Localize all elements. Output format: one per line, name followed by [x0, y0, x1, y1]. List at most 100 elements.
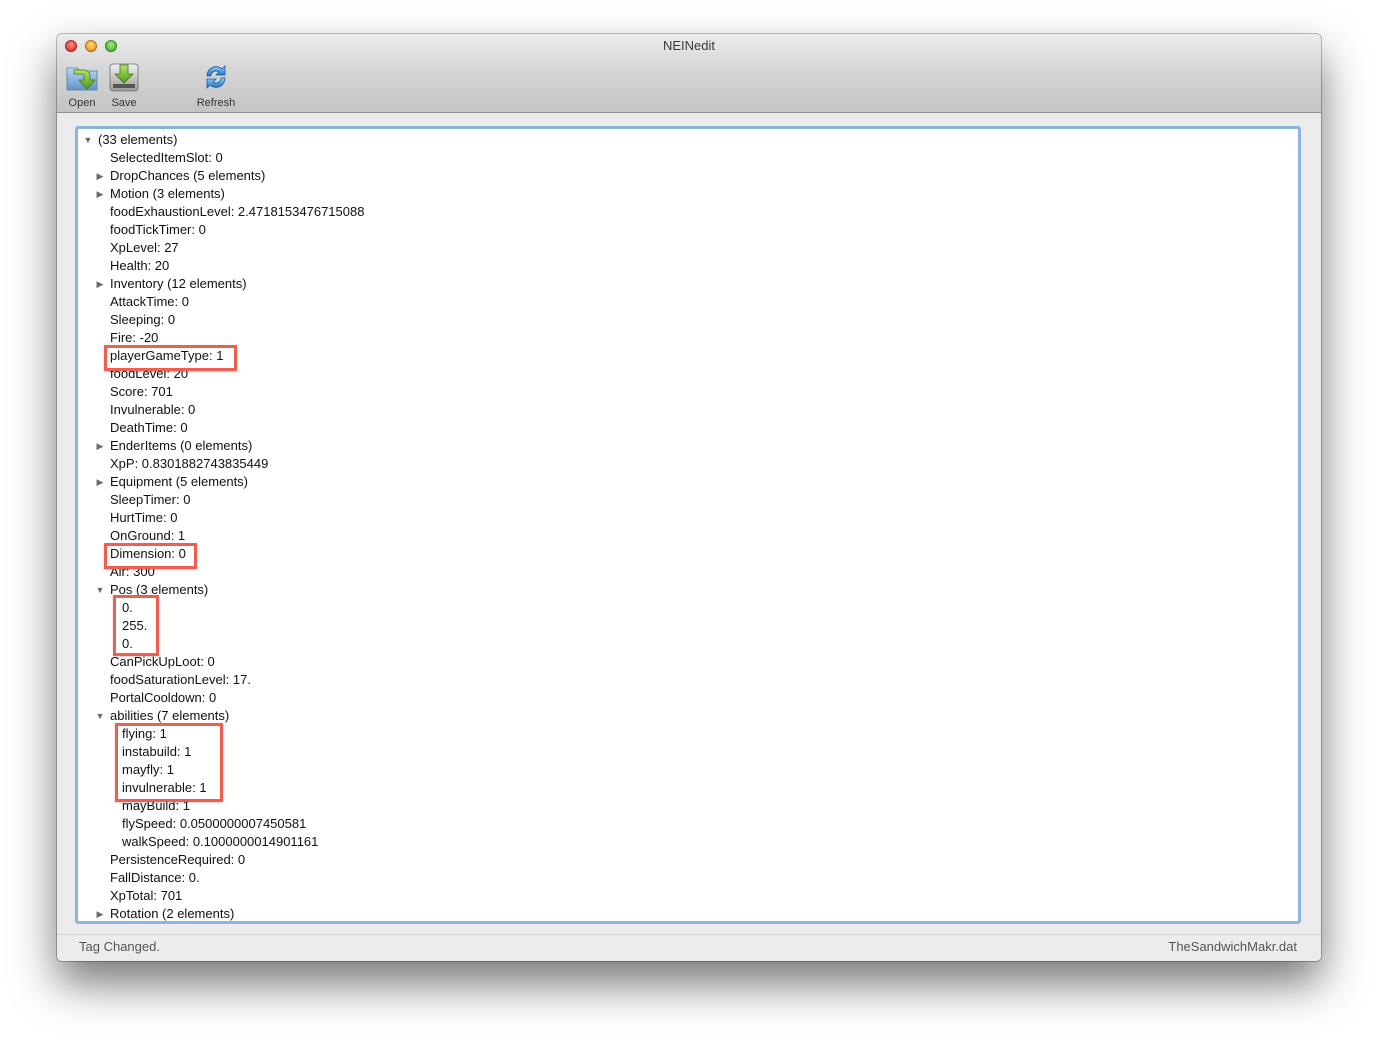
tree-row-label: PortalCooldown: 0 [110, 690, 217, 705]
tree-row-label: HurtTime: 0 [110, 510, 178, 525]
tree-row[interactable]: Health: 20 [78, 257, 1298, 275]
tree-row[interactable]: 255. [78, 617, 1298, 635]
tree-row-label: DropChances (5 elements) [110, 168, 266, 183]
tree-row[interactable]: instabuild: 1 [78, 743, 1298, 761]
tree-row[interactable]: ▶ Motion (3 elements) [78, 185, 1298, 203]
tree-row-label: foodSaturationLevel: 17. [110, 672, 251, 687]
tree-row-label: Rotation (2 elements) [110, 906, 235, 921]
tree-row[interactable]: flySpeed: 0.0500000007450581 [78, 815, 1298, 833]
tree-row[interactable]: walkSpeed: 0.1000000014901161 [78, 833, 1298, 851]
tree-row-label: foodExhaustionLevel: 2.4718153476715088 [110, 204, 365, 219]
tree-row[interactable]: OnGround: 1 [78, 527, 1298, 545]
tree-row-label: DeathTime: 0 [110, 420, 188, 435]
tree-row[interactable]: ▶ Rotation (2 elements) [78, 905, 1298, 921]
tree-row[interactable]: 0. [78, 635, 1298, 653]
tree-row-label: flySpeed: 0.0500000007450581 [122, 816, 307, 831]
disclosure-expanded-icon[interactable]: ▼ [83, 131, 93, 149]
tree-row[interactable]: mayfly: 1 [78, 761, 1298, 779]
refresh-label: Refresh [196, 97, 236, 109]
tree-row[interactable]: Dimension: 0 [78, 545, 1298, 563]
tree-row[interactable]: invulnerable: 1 [78, 779, 1298, 797]
toolbar: Open Save Refresh [63, 60, 243, 109]
tree: ▼ (33 elements) SelectedItemSlot: 0 ▶ Drop… [78, 131, 1298, 921]
tree-row-label: EnderItems (0 elements) [110, 438, 253, 453]
tree-row[interactable]: AttackTime: 0 [78, 293, 1298, 311]
tree-row-label: Invulnerable: 0 [110, 402, 196, 417]
tree-row[interactable]: DeathTime: 0 [78, 419, 1298, 437]
disclosure-collapsed-icon[interactable]: ▶ [95, 275, 105, 293]
tree-row[interactable]: ▶ EnderItems (0 elements) [78, 437, 1298, 455]
tree-row-label: 0. [122, 636, 133, 651]
tree-row-label: OnGround: 1 [110, 528, 186, 543]
tree-row[interactable]: FallDistance: 0. [78, 869, 1298, 887]
disclosure-collapsed-icon[interactable]: ▶ [95, 167, 105, 185]
disclosure-collapsed-icon[interactable]: ▶ [95, 437, 105, 455]
tree-row[interactable]: ▶ DropChances (5 elements) [78, 167, 1298, 185]
tree-row-label: Score: 701 [110, 384, 173, 399]
tree-row[interactable]: flying: 1 [78, 725, 1298, 743]
tree-row[interactable]: PortalCooldown: 0 [78, 689, 1298, 707]
tree-row-label: 0. [122, 600, 133, 615]
tree-row-label: SleepTimer: 0 [110, 492, 191, 507]
tree-row-label: AttackTime: 0 [110, 294, 189, 309]
save-button[interactable]: Save [105, 60, 143, 109]
refresh-button[interactable]: Refresh [193, 60, 239, 109]
tree-row-label: Health: 20 [110, 258, 170, 273]
tree-row-label: abilities (7 elements) [110, 708, 230, 723]
tree-row[interactable]: HurtTime: 0 [78, 509, 1298, 527]
tree-row-label: Air: 300 [110, 564, 155, 579]
tree-row[interactable]: Air: 300 [78, 563, 1298, 581]
tree-row-label: Dimension: 0 [110, 546, 186, 561]
tree-row[interactable]: XpLevel: 27 [78, 239, 1298, 257]
tree-row[interactable]: SleepTimer: 0 [78, 491, 1298, 509]
save-label: Save [111, 97, 137, 109]
tree-row-label: Fire: -20 [110, 330, 159, 345]
tree-row-label: playerGameType: 1 [110, 348, 224, 363]
disclosure-expanded-icon[interactable]: ▼ [95, 707, 105, 725]
tree-row-label: XpTotal: 701 [110, 888, 183, 903]
tree-row-label: invulnerable: 1 [122, 780, 207, 795]
tree-row[interactable]: playerGameType: 1 [78, 347, 1298, 365]
tree-row[interactable]: SelectedItemSlot: 0 [78, 149, 1298, 167]
tree-row-label: walkSpeed: 0.1000000014901161 [122, 834, 319, 849]
disclosure-collapsed-icon[interactable]: ▶ [95, 905, 105, 921]
open-button[interactable]: Open [63, 60, 101, 109]
tree-row[interactable]: Fire: -20 [78, 329, 1298, 347]
disclosure-collapsed-icon[interactable]: ▶ [95, 185, 105, 203]
disclosure-expanded-icon[interactable]: ▼ [95, 581, 105, 599]
tree-row[interactable]: Score: 701 [78, 383, 1298, 401]
tree-row[interactable]: foodLevel: 20 [78, 365, 1298, 383]
tree-row[interactable]: CanPickUpLoot: 0 [78, 653, 1298, 671]
tree-row-label: instabuild: 1 [122, 744, 192, 759]
tree-row-label: CanPickUpLoot: 0 [110, 654, 215, 669]
tree-row[interactable]: ▼ abilities (7 elements) [78, 707, 1298, 725]
save-disk-icon [109, 63, 139, 92]
tree-row[interactable]: ▼ Pos (3 elements) [78, 581, 1298, 599]
tree-row[interactable]: mayBuild: 1 [78, 797, 1298, 815]
tree-row[interactable]: XpP: 0.8301882743835449 [78, 455, 1298, 473]
tree-row-label: 255. [122, 618, 148, 633]
status-message: Tag Changed. [79, 939, 160, 954]
tree-row[interactable]: PersistenceRequired: 0 [78, 851, 1298, 869]
tree-row[interactable]: XpTotal: 701 [78, 887, 1298, 905]
tree-root-row[interactable]: ▼ (33 elements) [78, 131, 1298, 149]
tree-row[interactable]: ▶ Inventory (12 elements) [78, 275, 1298, 293]
tree-row-label: PersistenceRequired: 0 [110, 852, 246, 867]
disclosure-collapsed-icon[interactable]: ▶ [95, 473, 105, 491]
tree-row-label: mayBuild: 1 [122, 798, 190, 813]
tree-row[interactable]: Invulnerable: 0 [78, 401, 1298, 419]
nbt-tree-view[interactable]: ▼ (33 elements) SelectedItemSlot: 0 ▶ Drop… [75, 126, 1301, 924]
app-window: NEINedit Open Save Refresh ▼ (33 element… [57, 34, 1321, 961]
tree-row-label: Equipment (5 elements) [110, 474, 249, 489]
window-title: NEINedit [662, 38, 716, 53]
open-folder-icon [66, 67, 98, 91]
tree-row[interactable]: foodExhaustionLevel: 2.4718153476715088 [78, 203, 1298, 221]
tree-row[interactable]: 0. [78, 599, 1298, 617]
tree-row-label: XpP: 0.8301882743835449 [110, 456, 269, 471]
tree-row[interactable]: Sleeping: 0 [78, 311, 1298, 329]
tree-row[interactable]: foodTickTimer: 0 [78, 221, 1298, 239]
tree-root-label: (33 elements) [98, 132, 178, 147]
tree-row[interactable]: foodSaturationLevel: 17. [78, 671, 1298, 689]
tree-row[interactable]: ▶ Equipment (5 elements) [78, 473, 1298, 491]
tree-row-label: SelectedItemSlot: 0 [110, 150, 223, 165]
